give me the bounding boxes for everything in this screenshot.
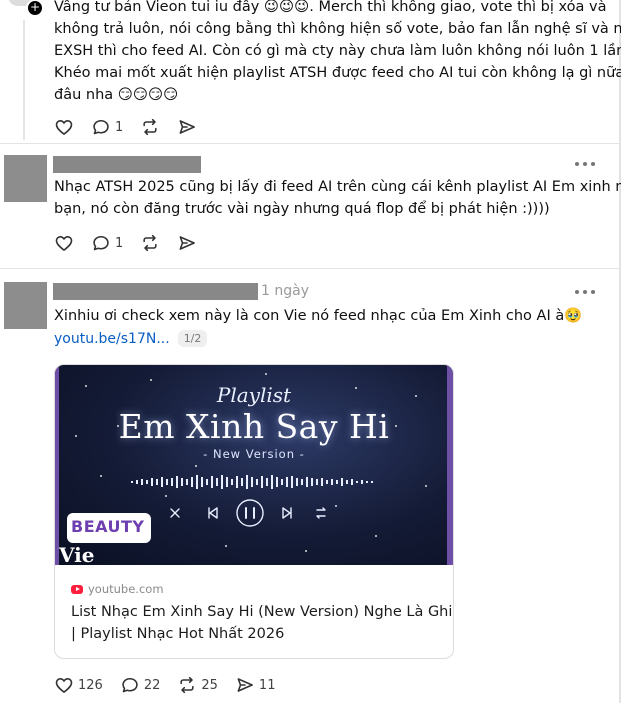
link-row: youtu.be/s17N... 1/2: [54, 330, 208, 347]
video-thumbnail[interactable]: Playlist Em Xinh Say Hi - New Version - …: [55, 365, 453, 565]
youtube-icon: [71, 584, 83, 594]
post-text-line: bạn, nó còn đăng trước vài ngày nhưng qu…: [54, 201, 550, 217]
card-title-line: | Playlist Nhạc Hot Nhất 2026: [71, 626, 285, 642]
repost-button[interactable]: [140, 117, 160, 137]
heart-icon: [54, 117, 74, 137]
repost-icon: [140, 117, 160, 137]
post-body: Nhạc ATSH 2025 cũng bị lấy đi feed AI tr…: [54, 176, 621, 220]
avatar[interactable]: [4, 155, 47, 202]
like-count: 126: [78, 677, 103, 693]
card-source: youtube.com: [71, 582, 164, 596]
share-count: 11: [258, 677, 276, 693]
thumbnail-title: Em Xinh Say Hi: [118, 407, 390, 446]
card-title-line: List Nhạc Em Xinh Say Hi (New Version) N…: [71, 604, 454, 620]
repost-icon: [177, 675, 197, 695]
reply-button[interactable]: 1: [91, 233, 123, 253]
reply-button[interactable]: 22: [120, 675, 161, 695]
repost-icon: [140, 233, 160, 253]
repost-button[interactable]: [140, 233, 160, 253]
post-text-line: không trả luôn, nói công bằng thì không …: [54, 21, 621, 37]
comment-icon: [120, 675, 140, 695]
thumbnail-version: - New Version -: [203, 447, 305, 461]
action-bar: 1: [54, 233, 214, 253]
post-text-line: Nhạc ATSH 2025 cũng bị lấy đi feed AI tr…: [54, 179, 621, 195]
share-icon: [177, 233, 197, 253]
post-time[interactable]: 1 ngày: [261, 283, 309, 299]
thumbnail-badge: BEAUTY: [67, 513, 151, 543]
thumbnail-script-text: Playlist: [216, 383, 292, 407]
like-button[interactable]: [54, 233, 74, 253]
post-text-line: Khéo mai mốt xuất hiện playlist ATSH đượ…: [54, 65, 621, 81]
thumbnail-brand-logo: Vie: [59, 543, 95, 565]
link-preview-card[interactable]: Playlist Em Xinh Say Hi - New Version - …: [54, 364, 454, 659]
post-body: Vâng tư bản Vieon tui iu đây 😉😉😉. Merch …: [54, 0, 621, 106]
share-button[interactable]: 11: [235, 675, 276, 695]
repost-count: 25: [201, 677, 218, 693]
action-bar: 1: [54, 117, 214, 137]
waveform-graphic: [131, 475, 373, 489]
repost-button[interactable]: 25: [177, 675, 218, 695]
username-redacted[interactable]: [53, 283, 258, 300]
thread-line: [23, 20, 25, 140]
action-bar: 126 22 25 11: [54, 675, 292, 695]
comment-icon: [91, 117, 111, 137]
post-text-line: Xinhiu ơi check xem này là con Vie nó fe…: [54, 308, 583, 324]
like-button[interactable]: [54, 117, 74, 137]
reply-count: 1: [115, 119, 124, 135]
post-link[interactable]: youtu.be/s17N...: [54, 331, 170, 347]
share-icon: [235, 675, 255, 695]
card-title[interactable]: List Nhạc Em Xinh Say Hi (New Version) N…: [71, 601, 454, 645]
card-source-domain: youtube.com: [88, 582, 164, 596]
more-icon[interactable]: [575, 157, 595, 171]
divider: [0, 268, 619, 269]
reply-button[interactable]: 1: [91, 117, 123, 137]
plus-icon[interactable]: +: [26, 0, 44, 17]
post-text-line: EXSH thì cho feed AI. Còn có gì mà cty n…: [54, 43, 621, 59]
post-text-line: đâu nha 😏😏😏😏: [54, 87, 179, 103]
like-button[interactable]: 126: [54, 675, 103, 695]
share-button[interactable]: [177, 117, 197, 137]
post-body: Xinhiu ơi check xem này là con Vie nó fe…: [54, 305, 602, 327]
player-controls-graphic: [170, 499, 326, 527]
post-text-line: Vâng tư bản Vieon tui iu đây 😉😉😉. Merch …: [54, 0, 607, 15]
share-icon: [177, 117, 197, 137]
more-icon[interactable]: [575, 285, 595, 299]
reply-count: 22: [143, 677, 161, 693]
avatar[interactable]: [4, 282, 47, 329]
page-indicator: 1/2: [177, 330, 208, 347]
heart-icon: [54, 675, 74, 695]
share-button[interactable]: [177, 233, 197, 253]
username-redacted[interactable]: [53, 156, 201, 173]
comment-icon: [91, 233, 111, 253]
divider: [0, 143, 619, 144]
heart-icon: [54, 233, 74, 253]
reply-count: 1: [115, 235, 124, 251]
